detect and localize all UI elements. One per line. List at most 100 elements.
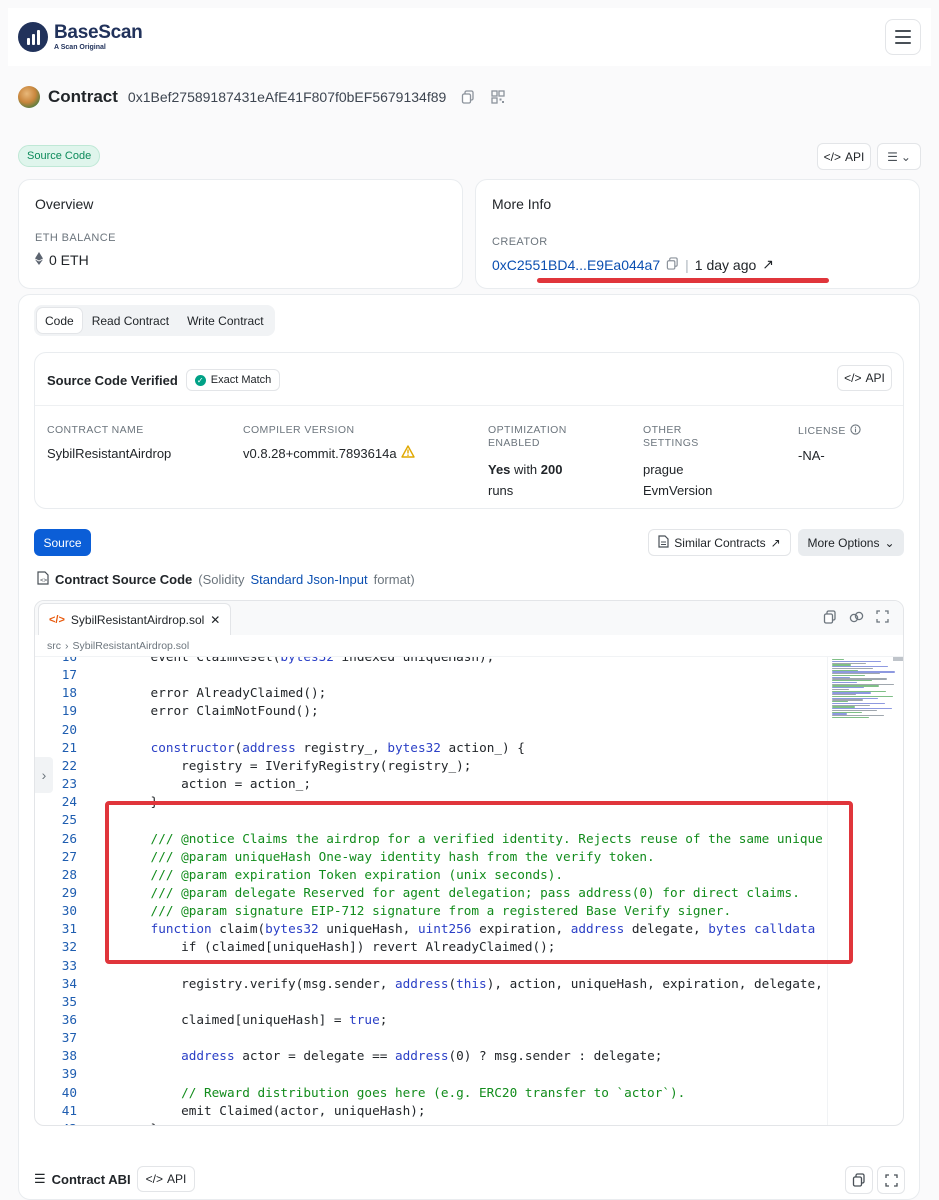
qr-code-icon[interactable]: [490, 89, 506, 105]
line-number: 21: [61, 739, 77, 755]
list-check-icon: ☰: [887, 149, 898, 164]
compiler-version-field: COMPILER VERSION v0.8.28+commit.7893614a: [243, 424, 415, 464]
copy-icon[interactable]: [666, 256, 679, 273]
code-line: 23 action = action_;: [35, 775, 311, 793]
more-options-button[interactable]: More Options ⌄: [798, 529, 904, 556]
standard-json-input-link[interactable]: Standard Json-Input: [251, 572, 368, 587]
chevron-right-icon[interactable]: ›: [35, 757, 53, 793]
fullscreen-icon[interactable]: [876, 610, 889, 627]
creator-label: CREATOR: [492, 236, 548, 248]
code-file-icon: </>: [49, 613, 65, 626]
eth-balance-value: 0 ETH: [49, 252, 89, 268]
code-line: 41 emit Claimed(actor, uniqueHash);: [35, 1102, 426, 1120]
tab-read-contract[interactable]: Read Contract: [84, 308, 177, 333]
line-text: error ClaimNotFound();: [120, 703, 319, 719]
contract-tabs: Code Read Contract Write Contract: [34, 305, 275, 336]
line-text: emit Claimed(actor, uniqueHash);: [120, 1102, 426, 1118]
optimization-runs: 200: [540, 462, 563, 477]
abi-fullscreen-button[interactable]: [877, 1166, 905, 1194]
info-icon[interactable]: [850, 424, 861, 439]
code-brackets-icon: </>: [844, 371, 862, 385]
minimap-line: [832, 695, 893, 698]
verified-api-button[interactable]: </> API: [837, 365, 892, 391]
similar-contracts-button[interactable]: Similar Contracts ↗: [648, 529, 791, 556]
file-tab[interactable]: </> SybilResistantAirdrop.sol ✕: [38, 603, 232, 635]
line-number: 39: [61, 1066, 77, 1082]
line-number: 17: [61, 667, 77, 683]
line-number: 25: [61, 812, 77, 828]
source-button[interactable]: Source: [34, 529, 91, 556]
minimap-line: [832, 709, 877, 712]
line-number: 26: [61, 830, 77, 846]
line-number: 40: [61, 1084, 77, 1100]
abi-copy-button[interactable]: [845, 1166, 873, 1194]
line-text: address actor = delegate == address(0) ?…: [181, 1048, 663, 1064]
code-line: 38 address actor = delegate == address(0…: [35, 1047, 663, 1065]
code-brackets-icon: </>: [145, 1172, 163, 1186]
line-number: 24: [61, 794, 77, 810]
contract-avatar: [18, 86, 40, 108]
page-title: Contract: [48, 87, 118, 106]
minimap-line: [832, 681, 857, 684]
separator: |: [685, 256, 689, 273]
creator-address-link[interactable]: 0xC2551BD4...E9Ea044a7: [492, 257, 660, 273]
copy-icon[interactable]: [823, 610, 837, 627]
minimap-line: [832, 702, 885, 705]
code-line: 39: [35, 1065, 120, 1083]
link-icon[interactable]: [849, 610, 864, 627]
check-circle-icon: ✓: [194, 374, 206, 386]
line-number: 34: [61, 975, 77, 991]
api-button[interactable]: </> API: [817, 143, 871, 170]
compiler-version-value: v0.8.28+commit.7893614a: [243, 446, 397, 461]
code-line: 34 registry.verify(msg.sender, address(t…: [35, 975, 823, 993]
line-number: 42: [35, 1120, 77, 1125]
abi-api-button[interactable]: </> API: [136, 1166, 196, 1192]
line-text: // Reward distribution goes here (e.g. E…: [120, 1084, 686, 1100]
svg-text:<>: <>: [40, 577, 48, 584]
line-number: 27: [61, 848, 77, 864]
created-ago-link[interactable]: 1 day ago: [695, 257, 757, 273]
logo-icon: [18, 22, 48, 52]
code-line: 42 }: [35, 1120, 158, 1125]
file-breadcrumb: src › SybilResistantAirdrop.sol: [35, 635, 903, 657]
line-number: 30: [61, 903, 77, 919]
hamburger-menu-button[interactable]: [885, 19, 921, 55]
contract-abi-row: ☰ Contract ABI </> API: [34, 1166, 196, 1192]
contract-address: 0x1Bef27589187431eAfE41F807f0bEF5679134f…: [127, 89, 447, 105]
minimap-line: [832, 688, 849, 691]
line-number: 20: [61, 721, 77, 737]
editor-tab-bar: </> SybilResistantAirdrop.sol ✕: [35, 601, 903, 635]
warning-icon[interactable]: [400, 443, 415, 464]
overview-card: Overview ETH BALANCE 0 ETH: [18, 179, 463, 289]
close-icon[interactable]: ✕: [210, 613, 220, 627]
file-code-icon: <>: [37, 571, 49, 588]
optimization-field: OPTIMIZATION ENABLED Yes with 200 runs: [488, 424, 567, 498]
arrow-up-right-icon: ↗: [770, 535, 781, 550]
list-options-button[interactable]: ☰ ⌄: [877, 143, 921, 170]
contract-title-row: Contract 0x1Bef27589187431eAfE41F807f0bE…: [18, 86, 506, 108]
copy-icon: [852, 1173, 865, 1187]
tab-write-contract[interactable]: Write Contract: [179, 308, 271, 333]
code-line: 20: [35, 721, 120, 739]
other-settings-field: OTHER SETTINGS prague EvmVersion: [643, 424, 713, 498]
scrollbar-thumb[interactable]: [893, 657, 903, 661]
source-code-heading: <> Contract Source Code (Solidity Standa…: [37, 571, 415, 588]
basescan-logo[interactable]: BaseScan A Scan Original: [18, 22, 143, 52]
more-info-title: More Info: [492, 196, 552, 212]
license-value: -NA-: [798, 448, 825, 463]
overview-title: Overview: [35, 196, 94, 212]
line-text: constructor(address registry_, bytes32 a…: [150, 739, 525, 755]
line-number: 41: [61, 1102, 77, 1118]
source-code-tag: Source Code: [18, 145, 101, 167]
line-text: event ClaimReset(bytes32 indexed uniqueH…: [120, 657, 495, 666]
line-text: registry.verify(msg.sender, address(this…: [120, 975, 823, 991]
copy-icon[interactable]: [460, 89, 476, 105]
line-number: 32: [61, 939, 77, 955]
tab-code[interactable]: Code: [37, 308, 82, 333]
code-line: 36 claimed[uniqueHash] = true;: [35, 1011, 388, 1029]
exact-match-badge: ✓ Exact Match: [185, 369, 281, 391]
verified-title: Source Code Verified: [47, 372, 178, 388]
document-icon: [658, 534, 669, 551]
top-header: BaseScan A Scan Original: [8, 8, 931, 66]
minimap-line: [832, 660, 881, 663]
